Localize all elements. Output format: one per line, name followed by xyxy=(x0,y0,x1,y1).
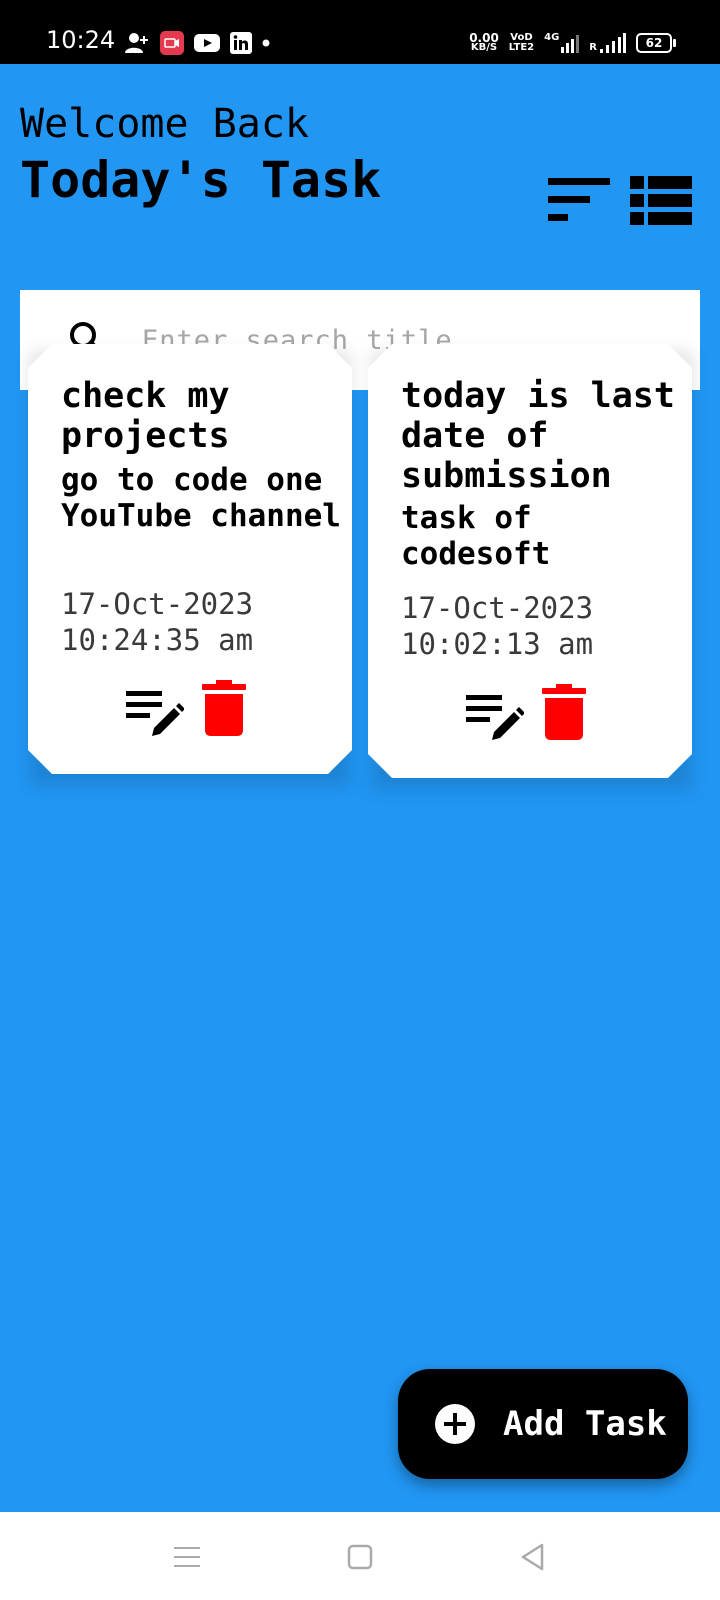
battery-icon: 62 xyxy=(636,33,676,53)
net-speed-unit: KB/S xyxy=(470,42,498,53)
status-time: 10:24 xyxy=(46,26,116,54)
status-bar: 10:24 0.00 KB/S VoD LTE2 4G R 62 xyxy=(0,0,720,64)
welcome-text: Welcome Back xyxy=(20,101,309,147)
signal-bars-1-icon xyxy=(561,35,580,53)
task-description: task of codesoft xyxy=(401,500,551,572)
battery-level: 62 xyxy=(645,36,663,50)
home-nav-icon[interactable] xyxy=(345,1542,375,1572)
list-view-icon[interactable] xyxy=(630,176,692,226)
roaming-indicator: R xyxy=(589,42,597,53)
network-type: 4G xyxy=(544,32,560,43)
task-time: 10:24:35 am xyxy=(61,623,254,657)
task-title: today is last date of submission xyxy=(401,376,675,496)
screen-record-icon xyxy=(160,31,184,55)
status-icons-left xyxy=(124,30,270,56)
system-nav-bar xyxy=(0,1512,720,1600)
signal-4g: 4G xyxy=(544,32,580,53)
sort-icon[interactable] xyxy=(548,178,610,224)
signal-roaming: R xyxy=(589,33,626,53)
task-date: 17-Oct-2023 xyxy=(61,587,254,621)
task-card[interactable]: today is last date of submission task of… xyxy=(368,344,692,778)
task-date: 17-Oct-2023 xyxy=(401,591,594,625)
net-speed: 0.00 KB/S xyxy=(469,32,499,53)
notification-dot-icon xyxy=(262,39,270,47)
task-description: go to code one YouTube channel xyxy=(61,462,341,534)
linkedin-icon xyxy=(230,32,252,54)
delete-icon[interactable] xyxy=(202,680,246,736)
add-task-label: Add Task xyxy=(503,1404,667,1444)
edit-note-icon[interactable] xyxy=(466,688,524,746)
page-title: Today's Task xyxy=(20,151,382,209)
task-time: 10:02:13 am xyxy=(401,627,594,661)
volte-indicator: VoD LTE2 xyxy=(509,33,534,53)
volte-bottom: LTE2 xyxy=(508,42,535,53)
add-contact-icon xyxy=(125,33,148,53)
add-task-button[interactable]: Add Task xyxy=(398,1369,688,1479)
app-main: Welcome Back Today's Task check my proje… xyxy=(0,64,720,1512)
task-title: check my projects xyxy=(61,376,230,456)
signal-bars-2-icon xyxy=(600,33,626,53)
status-icons-right: 0.00 KB/S VoD LTE2 4G R 62 xyxy=(469,30,676,56)
back-nav-icon[interactable] xyxy=(518,1542,548,1572)
menu-nav-icon[interactable] xyxy=(172,1542,202,1572)
task-card[interactable]: check my projects go to code one YouTube… xyxy=(28,344,352,774)
edit-note-icon[interactable] xyxy=(126,684,184,742)
youtube-icon xyxy=(194,34,220,52)
plus-circle-icon xyxy=(435,1404,475,1444)
delete-icon[interactable] xyxy=(542,684,586,740)
